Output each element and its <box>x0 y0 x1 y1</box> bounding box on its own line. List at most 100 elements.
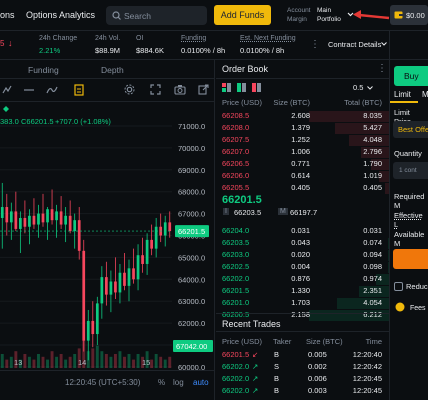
ask-size: 0.405 <box>291 183 310 192</box>
arrow-down-icon: ↓ <box>8 38 13 48</box>
tick-size-select[interactable]: 0.5 <box>353 83 363 92</box>
candle-body <box>105 277 108 295</box>
ob-both-view-icon[interactable] <box>222 83 231 92</box>
more-vertical-icon[interactable]: ⋮ <box>377 63 387 74</box>
ask-price: 66207.0 <box>222 147 250 156</box>
volume-bar <box>127 354 131 368</box>
bid-total: 0.974 <box>363 274 382 283</box>
chart-bottom-divider <box>0 370 215 371</box>
bid-total: 0.094 <box>363 250 382 259</box>
volume-value: $88.9M <box>95 46 121 55</box>
account-selector[interactable]: Account Margin Main Portfolio <box>280 5 358 26</box>
open-interest-label: OI <box>136 35 144 42</box>
contract-details-button[interactable]: Contract Details <box>328 40 381 49</box>
notes-icon[interactable] <box>74 84 84 96</box>
trade-time: 12:20:42 <box>352 362 382 371</box>
popout-icon[interactable] <box>198 84 209 95</box>
reduce-only-checkbox[interactable] <box>394 282 403 291</box>
trade-time: 12:20:45 <box>352 374 382 383</box>
tab-limit[interactable]: Limit <box>394 90 411 99</box>
candle-body <box>28 215 31 227</box>
bid-price: 66204.0 <box>222 226 250 235</box>
margin-value: Portfolio <box>317 16 341 23</box>
bid-row[interactable]: 66204.0 0.031 0.031 <box>216 226 389 237</box>
price-axis-tick: 70000.0 <box>178 144 205 153</box>
search-icon <box>112 11 121 20</box>
ask-row[interactable]: 66206.5 0.771 1.790 <box>216 159 389 170</box>
price-axis-tick: 67000.0 <box>178 210 205 219</box>
search-input[interactable]: Search <box>106 6 207 25</box>
fees-label: Fees <box>410 305 426 312</box>
ask-row[interactable]: 66207.0 1.006 2.796 <box>216 147 389 158</box>
bid-row[interactable]: 66203.5 0.043 0.074 <box>216 238 389 249</box>
log-scale-toggle[interactable]: log <box>173 378 184 387</box>
ask-row[interactable]: 66206.0 0.614 1.019 <box>216 171 389 182</box>
bid-row[interactable]: 66201.5 1.330 2.351 <box>216 286 389 297</box>
bid-row[interactable]: 66202.0 0.876 0.974 <box>216 274 389 285</box>
add-funds-button[interactable]: Add Funds <box>214 5 271 25</box>
volume-bar <box>136 354 140 368</box>
account-label: Account <box>287 7 311 14</box>
bid-row[interactable]: 66203.0 0.020 0.094 <box>216 250 389 261</box>
candlestick-chart[interactable]: 71000.070000.069000.068000.067000.066000… <box>0 102 215 370</box>
ask-total: 8.035 <box>363 111 382 120</box>
ob-bids-view-icon[interactable] <box>237 83 246 92</box>
volume-bar <box>100 351 104 368</box>
reduce-only-label: Reduce <box>406 282 428 291</box>
camera-icon[interactable] <box>174 84 186 95</box>
limit-price-input[interactable]: Best Offe <box>393 121 428 138</box>
tab-funding[interactable]: Funding <box>28 65 59 75</box>
order-book-panel: Order Book ⋮ 0.5 Price (USD) Size (BTC) … <box>216 60 389 400</box>
volume-bar <box>68 356 72 368</box>
trade-price: 66201.5 <box>222 350 250 359</box>
drawing-tool-icon[interactable] <box>24 87 34 93</box>
required-margin-label: Required M <box>394 192 425 210</box>
ob-last-price: 66201.5 <box>222 194 262 206</box>
change-label: 24h Change <box>39 35 78 42</box>
bid-row[interactable]: 66202.5 0.004 0.098 <box>216 262 389 273</box>
trade-size: 0.006 <box>308 374 327 383</box>
red-arrow-annotation <box>353 10 390 20</box>
ob-asks-view-icon[interactable] <box>252 83 261 92</box>
ask-size: 0.771 <box>291 159 310 168</box>
price-axis-tick: 60000.0 <box>178 363 205 370</box>
tab-market[interactable]: M <box>422 90 428 99</box>
wallet-balance-button[interactable]: $0.00 <box>390 5 428 25</box>
trades-header-price: Price (USD) <box>222 337 263 346</box>
trade-size: 0.005 <box>308 350 327 359</box>
buy-tab-button[interactable]: Buy <box>394 66 428 86</box>
effective-leverage-label: Effective L <box>394 211 423 229</box>
bid-price: 66200.5 <box>222 310 250 319</box>
ask-total: 2.796 <box>363 147 382 156</box>
price-axis-tick: 68000.0 <box>178 188 205 197</box>
volume-bar <box>41 356 45 368</box>
price-axis-tick: 64000.0 <box>178 275 205 284</box>
place-order-button[interactable] <box>393 249 428 269</box>
ask-size: 1.006 <box>291 147 310 156</box>
gear-icon[interactable] <box>124 84 135 95</box>
trade-row: 66202.0 S 0.002 12:20:42 ↗ <box>216 362 389 373</box>
ask-row[interactable]: 66207.5 1.252 4.048 <box>216 135 389 146</box>
top-nav-bar: ons Options Analytics Search Add Funds A… <box>0 0 428 31</box>
percent-scale-toggle[interactable]: % <box>158 378 165 387</box>
ask-row[interactable]: 66208.5 2.608 8.035 <box>216 111 389 122</box>
nav-options-link[interactable]: ons <box>0 10 15 20</box>
more-vertical-icon[interactable]: ⋮ <box>310 39 320 50</box>
quantity-input[interactable]: 1 cont <box>393 162 428 179</box>
volume-bar <box>168 356 172 368</box>
ask-row[interactable]: 66208.0 1.379 5.427 <box>216 123 389 134</box>
tab-depth[interactable]: Depth <box>101 65 124 75</box>
fullscreen-icon[interactable] <box>150 84 161 95</box>
bid-row[interactable]: 66201.0 1.703 4.054 <box>216 298 389 309</box>
line-chart-icon[interactable] <box>46 85 58 95</box>
auto-scale-toggle[interactable]: auto <box>193 378 209 387</box>
candle-body <box>5 207 9 223</box>
volume-bar <box>0 354 4 368</box>
indicators-icon[interactable] <box>2 85 12 95</box>
nav-options-analytics-link[interactable]: Options Analytics <box>26 10 95 20</box>
ask-row[interactable]: 66205.5 0.405 0.405 <box>216 183 389 194</box>
ob-header-price: Price (USD) <box>222 98 263 107</box>
arrow-down-left-icon: ↙ <box>252 350 259 359</box>
arrow-up-right-icon: ↗ <box>252 386 259 395</box>
candle-body <box>23 217 27 227</box>
